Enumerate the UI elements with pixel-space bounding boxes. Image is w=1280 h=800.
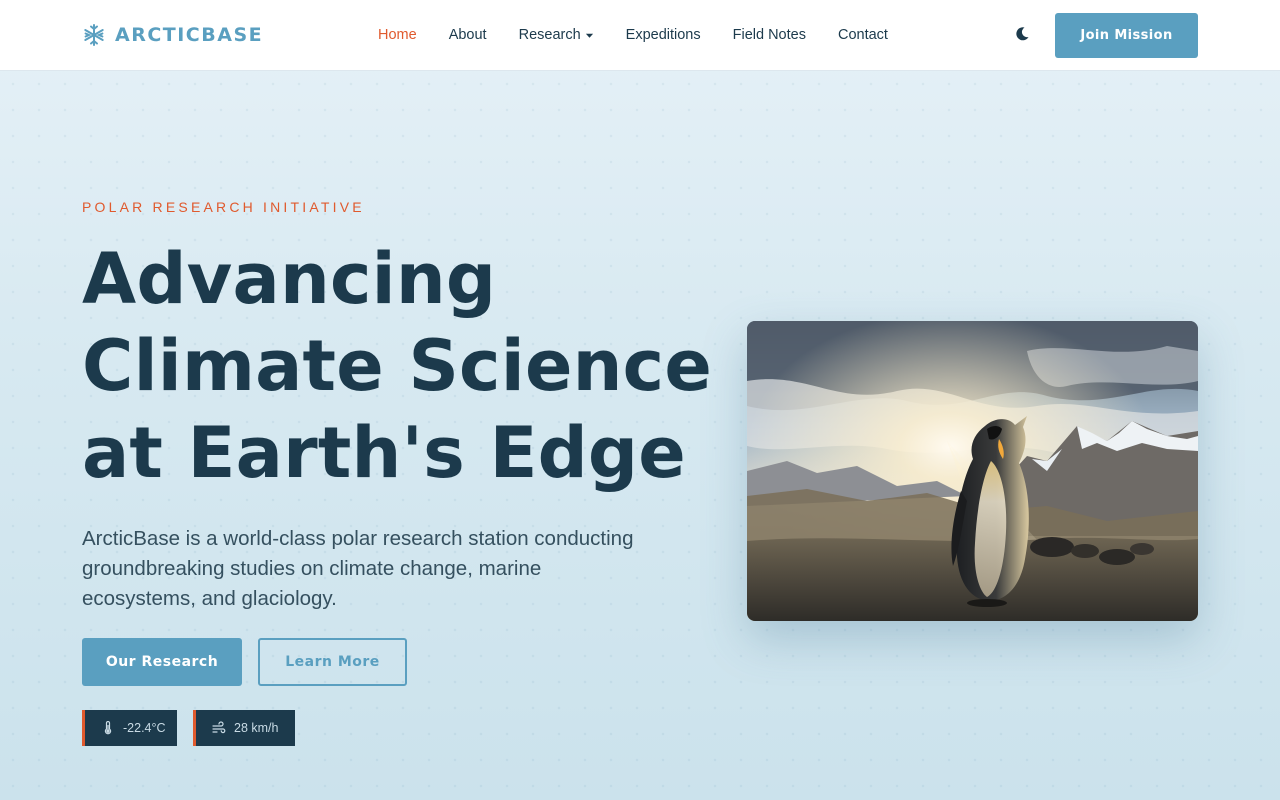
penguin-photo [747,321,1198,621]
nav-research-label: Research [518,27,581,43]
nav-home-label: Home [378,27,417,43]
brand-name: ARCTICBASE [115,24,264,46]
nav-field-notes-label: Field Notes [732,27,806,43]
hero-eyebrow: POLAR RESEARCH INITIATIVE [82,199,365,215]
nav-about[interactable]: About [449,24,487,46]
brand-logo[interactable]: ARCTICBASE [82,20,263,50]
nav-contact[interactable]: Contact [838,24,888,46]
hero-title: Advancing Climate Science at Earth's Edg… [82,238,713,494]
thermometer-icon [104,721,112,735]
hero-description: ArcticBase is a world-class polar resear… [82,527,634,610]
wind-stat: 28 km/h [193,710,295,746]
nav-expeditions-label: Expeditions [625,27,701,43]
join-mission-button[interactable]: Join Mission [1055,13,1198,58]
temperature-stat: -22.4°C [82,710,177,746]
theme-toggle[interactable] [1012,24,1032,44]
nav-field-notes[interactable]: Field Notes [733,24,806,46]
snowflake-icon [84,24,104,46]
navbar: ARCTICBASE Home About Research Expeditio… [0,0,1280,71]
wind-value: 28 km/h [234,721,279,735]
nav-contact-label: Contact [837,27,888,43]
nav-about-label: About [448,27,487,43]
nav-expeditions[interactable]: Expeditions [626,24,701,46]
moon-icon [1016,27,1029,41]
temperature-value: -22.4°C [123,721,166,735]
main-nav: Home About Research Expeditions Field No… [378,24,920,46]
caret-down-icon [585,33,593,38]
learn-more-button[interactable]: Learn More [258,638,407,686]
hero-image-penguin [747,321,1198,621]
wind-icon [212,721,226,734]
our-research-button[interactable]: Our Research [82,638,242,686]
nav-research-dropdown[interactable]: Research [519,24,594,46]
nav-home[interactable]: Home [378,24,417,46]
